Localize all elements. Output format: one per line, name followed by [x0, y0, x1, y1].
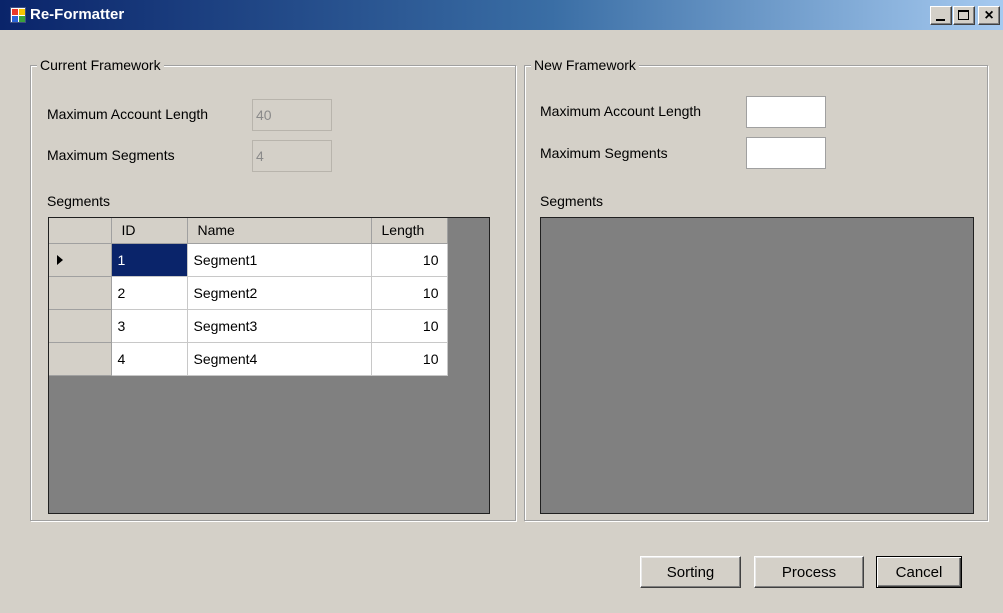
cell-name[interactable]: Segment2 [187, 276, 372, 310]
current-framework-legend: Current Framework [37, 57, 164, 73]
cell-name[interactable]: Segment4 [187, 342, 372, 376]
row-header[interactable] [49, 308, 112, 343]
cell-name[interactable]: Segment3 [187, 309, 372, 343]
current-row-arrow-icon [57, 254, 63, 265]
window-title: Re-Formatter [30, 6, 125, 23]
close-icon: × [984, 7, 994, 24]
new-framework-legend: New Framework [531, 57, 639, 73]
new-max-account-length-label: Maximum Account Length [540, 103, 702, 119]
new-segments-grid[interactable] [540, 217, 974, 514]
cell-length[interactable]: 10 [371, 276, 448, 310]
cell-length[interactable]: 10 [371, 309, 448, 343]
cell-length[interactable]: 10 [371, 342, 448, 376]
new-max-account-length-input[interactable] [746, 96, 826, 128]
sorting-button[interactable]: Sorting [640, 556, 741, 588]
column-header-name[interactable]: Name [187, 218, 372, 244]
cell-id[interactable]: 3 [111, 309, 188, 343]
cell-id[interactable]: 2 [111, 276, 188, 310]
row-header[interactable] [49, 341, 112, 376]
minimize-icon [936, 19, 945, 21]
cell-id[interactable]: 1 [111, 243, 188, 277]
current-max-segments-field [252, 140, 332, 172]
current-segments-label: Segments [47, 193, 111, 209]
new-max-segments-input[interactable] [746, 137, 826, 169]
current-segments-grid[interactable]: ID Name Length 1 Segment1 10 2 Segment2 … [48, 217, 490, 514]
column-header-length[interactable]: Length [371, 218, 448, 244]
row-header[interactable] [49, 275, 112, 310]
cancel-button[interactable]: Cancel [876, 556, 962, 588]
maximize-icon [958, 10, 969, 20]
cell-id[interactable]: 4 [111, 342, 188, 376]
row-header-corner[interactable] [49, 218, 112, 244]
column-header-id[interactable]: ID [111, 218, 188, 244]
new-max-segments-label: Maximum Segments [540, 145, 668, 161]
minimize-button[interactable] [930, 6, 952, 25]
app-icon[interactable] [10, 7, 26, 23]
title-bar[interactable]: Re-Formatter × [0, 0, 1003, 30]
table-row[interactable]: 1 Segment1 10 [49, 242, 448, 277]
current-max-segments-label: Maximum Segments [47, 147, 175, 163]
current-max-account-length-field [252, 99, 332, 131]
current-segments-table: ID Name Length 1 Segment1 10 2 Segment2 … [49, 218, 448, 376]
table-row[interactable]: 3 Segment3 10 [49, 308, 448, 343]
grid-header-row: ID Name Length [49, 218, 448, 244]
cell-name[interactable]: Segment1 [187, 243, 372, 277]
row-header[interactable] [49, 242, 112, 277]
reformatter-window: Re-Formatter × Current Framework Maximum… [0, 0, 1003, 613]
current-max-account-length-label: Maximum Account Length [47, 106, 209, 122]
close-button[interactable]: × [978, 6, 1000, 25]
process-button[interactable]: Process [754, 556, 864, 588]
maximize-button[interactable] [953, 6, 975, 25]
table-row[interactable]: 2 Segment2 10 [49, 275, 448, 310]
cell-length[interactable]: 10 [371, 243, 448, 277]
new-segments-label: Segments [540, 193, 604, 209]
table-row[interactable]: 4 Segment4 10 [49, 341, 448, 376]
